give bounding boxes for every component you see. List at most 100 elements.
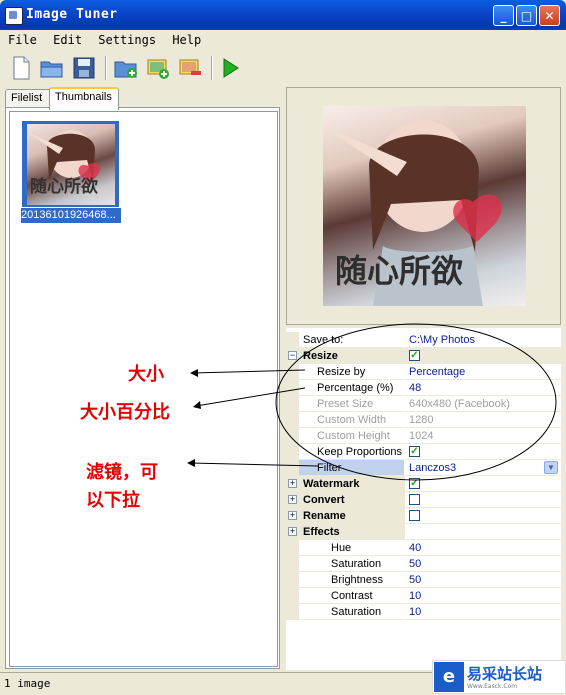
prop-contrast[interactable]: Contrast 10: [286, 588, 561, 604]
expand-icon[interactable]: +: [288, 511, 297, 520]
menu-file[interactable]: File: [4, 30, 42, 47]
prop-value[interactable]: 50: [405, 572, 561, 588]
expand-icon[interactable]: +: [288, 495, 297, 504]
menu-edit[interactable]: Edit: [49, 30, 87, 47]
thumbnail-panel[interactable]: 随心所欲 20136101926468...: [5, 107, 280, 669]
prop-name: Custom Height: [299, 428, 404, 444]
prop-name: Save to:: [299, 332, 404, 348]
prop-percentage[interactable]: Percentage (%) 48: [286, 380, 561, 396]
site-url: Www.Easck.Com: [467, 683, 518, 690]
prop-saturation[interactable]: Saturation 50: [286, 556, 561, 572]
prop-value[interactable]: ✓: [405, 444, 561, 460]
toolbar: [4, 52, 562, 86]
prop-value[interactable]: 10: [405, 604, 561, 620]
prop-value[interactable]: ✓: [405, 348, 561, 364]
prop-value[interactable]: 40: [405, 540, 561, 556]
run-icon[interactable]: [217, 55, 243, 81]
save-icon[interactable]: [71, 55, 97, 81]
rename-checkbox[interactable]: [409, 510, 420, 521]
prop-value[interactable]: [405, 492, 561, 508]
prop-gutter: [286, 556, 299, 572]
expand-icon[interactable]: +: [288, 479, 297, 488]
filter-value: Lanczos3: [409, 462, 457, 474]
prop-name: Preset Size: [299, 396, 404, 412]
prop-name: Watermark: [299, 476, 405, 492]
toolbar-separator: [105, 56, 107, 80]
thumbnail-frame: 随心所欲: [22, 121, 119, 207]
prop-category-resize[interactable]: − Resize ✓: [286, 348, 561, 364]
prop-value[interactable]: 640x480 (Facebook): [405, 396, 561, 412]
prop-name: Saturation: [299, 604, 404, 620]
annotation-size: 大小: [128, 364, 164, 385]
menu-settings[interactable]: Settings: [94, 30, 161, 47]
prop-value[interactable]: 48: [405, 380, 561, 396]
prop-gutter: [286, 396, 299, 412]
prop-value[interactable]: [405, 508, 561, 524]
resize-checkbox[interactable]: ✓: [409, 350, 420, 361]
prop-gutter: [286, 444, 299, 460]
maximize-button[interactable]: □: [516, 5, 537, 26]
annotation-size-percent: 大小百分比: [80, 402, 170, 423]
prop-category-watermark[interactable]: + Watermark ✓: [286, 476, 561, 492]
app-icon[interactable]: [5, 7, 23, 25]
thumbnail-image: 随心所欲: [27, 124, 115, 205]
site-watermark: e 易采站长站 Www.Easck.Com: [432, 660, 566, 694]
tab-thumbnails[interactable]: Thumbnails: [49, 87, 119, 110]
prop-gutter: [286, 332, 299, 348]
prop-category-rename[interactable]: + Rename: [286, 508, 561, 524]
prop-gutter: [286, 428, 299, 444]
status-text: 1 image: [4, 677, 51, 690]
prop-value[interactable]: 1024: [405, 428, 561, 444]
prop-category-convert[interactable]: + Convert: [286, 492, 561, 508]
prop-category-effects[interactable]: + Effects: [286, 524, 561, 540]
remove-images-icon[interactable]: [177, 55, 203, 81]
prop-brightness[interactable]: Brightness 50: [286, 572, 561, 588]
thumbnail-item[interactable]: 随心所欲 20136101926468...: [21, 120, 121, 225]
keep-proportions-checkbox[interactable]: ✓: [409, 446, 420, 457]
convert-checkbox[interactable]: [409, 494, 420, 505]
thumbnail-list[interactable]: 随心所欲 20136101926468...: [9, 111, 278, 667]
minimize-button[interactable]: _: [493, 5, 514, 26]
prop-gutter: +: [286, 508, 299, 524]
open-folder-icon[interactable]: [39, 55, 65, 81]
prop-preset-size[interactable]: Preset Size 640x480 (Facebook): [286, 396, 561, 412]
watermark-checkbox[interactable]: ✓: [409, 478, 420, 489]
prop-gutter: +: [286, 476, 299, 492]
prop-custom-height[interactable]: Custom Height 1024: [286, 428, 561, 444]
tab-filelist[interactable]: Filelist: [5, 89, 55, 108]
expand-icon[interactable]: +: [288, 527, 297, 536]
prop-value[interactable]: 50: [405, 556, 561, 572]
prop-gutter: +: [286, 524, 299, 540]
prop-filter[interactable]: Filter Lanczos3 ▼: [286, 460, 561, 476]
prop-save-to[interactable]: Save to: C:\My Photos: [286, 332, 561, 348]
menu-help[interactable]: Help: [168, 30, 206, 47]
prop-value[interactable]: C:\My Photos: [405, 332, 561, 348]
prop-gutter: +: [286, 492, 299, 508]
site-name: 易采站长站: [467, 665, 543, 683]
prop-name: Convert: [299, 492, 405, 508]
prop-gutter: [286, 460, 299, 476]
new-document-icon[interactable]: [8, 55, 34, 81]
prop-saturation-2[interactable]: Saturation 10: [286, 604, 561, 620]
add-folder-icon[interactable]: [113, 55, 139, 81]
window-title: Image Tuner: [26, 7, 118, 22]
prop-name: Resize by: [299, 364, 404, 380]
filter-select[interactable]: Lanczos3 ▼: [405, 460, 561, 476]
prop-value[interactable]: 1280: [405, 412, 561, 428]
prop-keep-proportions[interactable]: Keep Proportions ✓: [286, 444, 561, 460]
annotation-filter-line1: 滤镜，可: [86, 462, 158, 483]
collapse-icon[interactable]: −: [288, 351, 297, 360]
close-button[interactable]: ✕: [539, 5, 560, 26]
chevron-down-icon[interactable]: ▼: [544, 461, 558, 474]
prop-value[interactable]: Percentage: [405, 364, 561, 380]
prop-name: Keep Proportions: [299, 444, 404, 460]
prop-gutter: [286, 540, 299, 556]
prop-custom-width[interactable]: Custom Width 1280: [286, 412, 561, 428]
prop-value[interactable]: ✓: [405, 476, 561, 492]
add-images-icon[interactable]: [145, 55, 171, 81]
property-grid[interactable]: Save to: C:\My Photos − Resize ✓ Resize …: [286, 328, 561, 670]
prop-value[interactable]: 10: [405, 588, 561, 604]
prop-hue[interactable]: Hue 40: [286, 540, 561, 556]
prop-gutter: [286, 412, 299, 428]
prop-resize-by[interactable]: Resize by Percentage: [286, 364, 561, 380]
